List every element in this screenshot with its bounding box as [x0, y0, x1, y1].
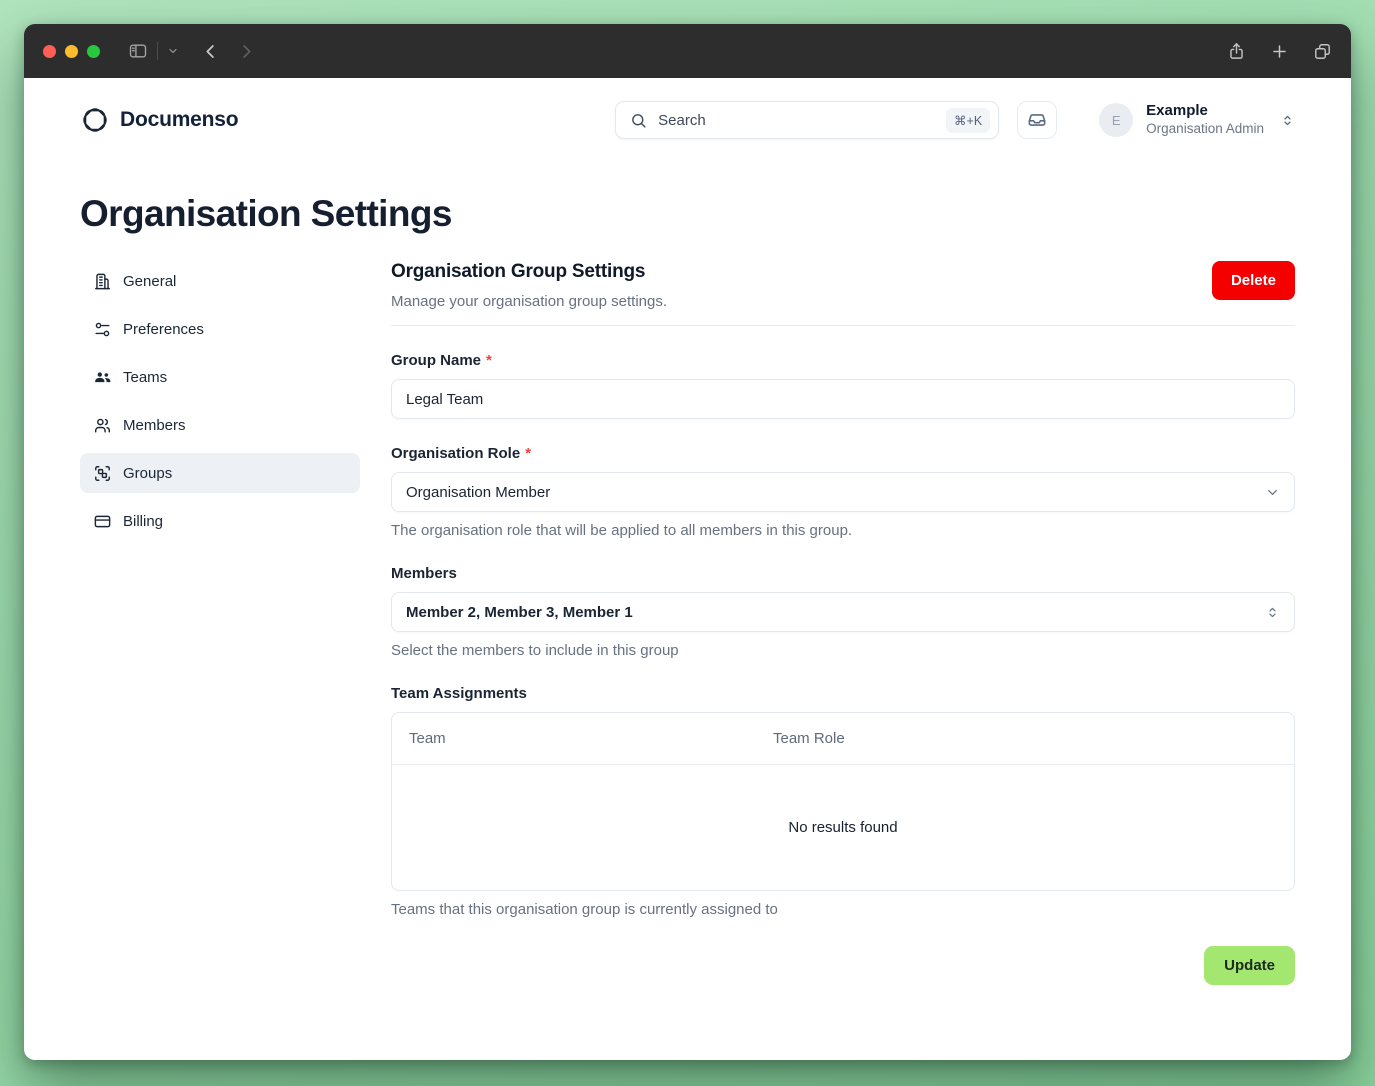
sidebar-item-members[interactable]: Members	[80, 405, 360, 445]
update-button[interactable]: Update	[1204, 946, 1295, 985]
organisation-role-field: Organisation Role * Organisation Member	[391, 445, 1295, 539]
sidebar-item-label: Members	[123, 417, 186, 434]
share-icon[interactable]	[1227, 41, 1246, 61]
sidebar-item-billing[interactable]: Billing	[80, 501, 360, 541]
group-name-input[interactable]	[391, 379, 1295, 419]
back-icon[interactable]	[201, 42, 220, 61]
column-header-team: Team	[392, 730, 773, 747]
group-name-label: Group Name *	[391, 352, 1295, 369]
team-assignments-label-text: Team Assignments	[391, 685, 527, 702]
organisation-role-label-text: Organisation Role	[391, 445, 520, 462]
sidebar-item-general[interactable]: General	[80, 261, 360, 301]
chevron-down-icon[interactable]	[167, 45, 179, 57]
updown-chevrons-icon	[1265, 605, 1280, 620]
required-asterisk: *	[525, 445, 531, 462]
brand-name: Documenso	[120, 108, 238, 132]
sidebar-item-label: Groups	[123, 465, 172, 482]
team-assignments-field: Team Assignments Team Team Role No resul…	[391, 685, 1295, 918]
members-label: Members	[391, 565, 1295, 582]
account-menu-trigger[interactable]: E Example Organisation Admin	[1099, 102, 1295, 138]
window-controls	[43, 45, 100, 58]
search-input[interactable]: Search ⌘+K	[615, 101, 999, 139]
documenso-home-link[interactable]: Documenso	[80, 105, 238, 135]
inbox-button[interactable]	[1017, 101, 1057, 139]
people-filled-icon	[93, 368, 112, 387]
form-actions: Update	[391, 946, 1295, 985]
tabs-icon[interactable]	[1313, 42, 1332, 61]
sidebar-item-teams[interactable]: Teams	[80, 357, 360, 397]
group-name-label-text: Group Name	[391, 352, 481, 369]
table-header-row: Team Team Role	[392, 713, 1294, 765]
sidebar-item-groups[interactable]: Groups	[80, 453, 360, 493]
members-value: Member 2, Member 3, Member 1	[406, 604, 633, 621]
section-header: Organisation Group Settings Manage your …	[391, 261, 1295, 326]
close-window-button[interactable]	[43, 45, 56, 58]
members-label-text: Members	[391, 565, 457, 582]
page-title: Organisation Settings	[80, 193, 1295, 235]
organisation-role-value: Organisation Member	[406, 484, 550, 501]
documenso-logo	[80, 105, 110, 135]
group-name-field: Group Name *	[391, 352, 1295, 419]
group-brackets-icon	[93, 464, 112, 483]
section-title: Organisation Group Settings	[391, 261, 667, 283]
new-tab-icon[interactable]	[1270, 42, 1289, 61]
required-asterisk: *	[486, 352, 492, 369]
organisation-role-select[interactable]: Organisation Member	[391, 472, 1295, 512]
search-icon	[630, 112, 647, 129]
settings-nav: General Preferences	[80, 261, 360, 541]
search-placeholder: Search	[658, 112, 935, 129]
titlebar-divider	[157, 42, 158, 60]
search-shortcut-badge: ⌘+K	[946, 108, 990, 133]
forward-icon[interactable]	[237, 42, 256, 61]
sidebar-item-label: Billing	[123, 513, 163, 530]
section-header-text: Organisation Group Settings Manage your …	[391, 261, 667, 310]
account-name: Example	[1146, 102, 1264, 121]
browser-titlebar	[24, 24, 1351, 78]
updown-chevrons-icon	[1280, 113, 1295, 128]
zoom-window-button[interactable]	[87, 45, 100, 58]
members-multiselect[interactable]: Member 2, Member 3, Member 1	[391, 592, 1295, 632]
account-role: Organisation Admin	[1146, 121, 1264, 138]
building-icon	[93, 272, 112, 291]
members-helper: Select the members to include in this gr…	[391, 642, 1295, 659]
sidebar-toggle-icon[interactable]	[128, 41, 148, 61]
organisation-role-label: Organisation Role *	[391, 445, 1295, 462]
users-icon	[93, 416, 112, 435]
delete-button[interactable]: Delete	[1212, 261, 1295, 300]
credit-card-icon	[93, 512, 112, 531]
organisation-role-helper: The organisation role that will be appli…	[391, 522, 1295, 539]
sliders-icon	[93, 320, 112, 339]
team-assignments-label: Team Assignments	[391, 685, 1295, 702]
avatar: E	[1099, 103, 1133, 137]
account-text: Example Organisation Admin	[1146, 102, 1264, 138]
desktop-background: Documenso Search ⌘+K	[0, 0, 1375, 1086]
page-content: Documenso Search ⌘+K	[24, 78, 1351, 1060]
members-field: Members Member 2, Member 3, Member 1 Sel…	[391, 565, 1295, 659]
sidebar-item-label: General	[123, 273, 176, 290]
chevron-down-icon	[1265, 485, 1280, 500]
table-empty-state: No results found	[392, 765, 1294, 890]
section-subtitle: Manage your organisation group settings.	[391, 293, 667, 310]
team-assignments-table: Team Team Role No results found	[391, 712, 1295, 891]
minimize-window-button[interactable]	[65, 45, 78, 58]
team-assignments-helper: Teams that this organisation group is cu…	[391, 901, 1295, 918]
sidebar-item-preferences[interactable]: Preferences	[80, 309, 360, 349]
app-header: Documenso Search ⌘+K	[80, 78, 1295, 147]
sidebar-item-label: Teams	[123, 369, 167, 386]
column-header-team-role: Team Role	[773, 730, 1294, 747]
sidebar-item-label: Preferences	[123, 321, 204, 338]
settings-layout: General Preferences	[80, 261, 1295, 985]
inbox-icon	[1027, 110, 1047, 130]
browser-window: Documenso Search ⌘+K	[24, 24, 1351, 1060]
group-settings-panel: Organisation Group Settings Manage your …	[391, 261, 1295, 985]
